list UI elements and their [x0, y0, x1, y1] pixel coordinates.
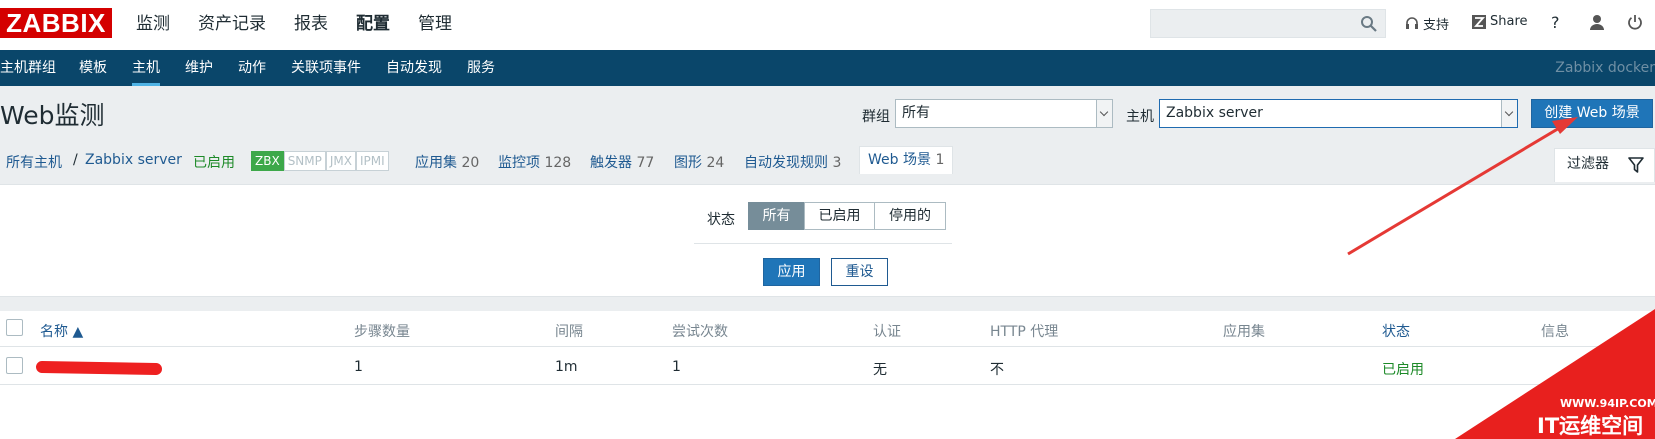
svg-text:IT运维空间: IT运维空间	[1537, 414, 1643, 438]
watermark-logo: WWW.94IP.COM IT运维空间	[1455, 309, 1655, 439]
svg-text:WWW.94IP.COM: WWW.94IP.COM	[1560, 397, 1655, 410]
annotation-arrow	[1347, 117, 1578, 256]
